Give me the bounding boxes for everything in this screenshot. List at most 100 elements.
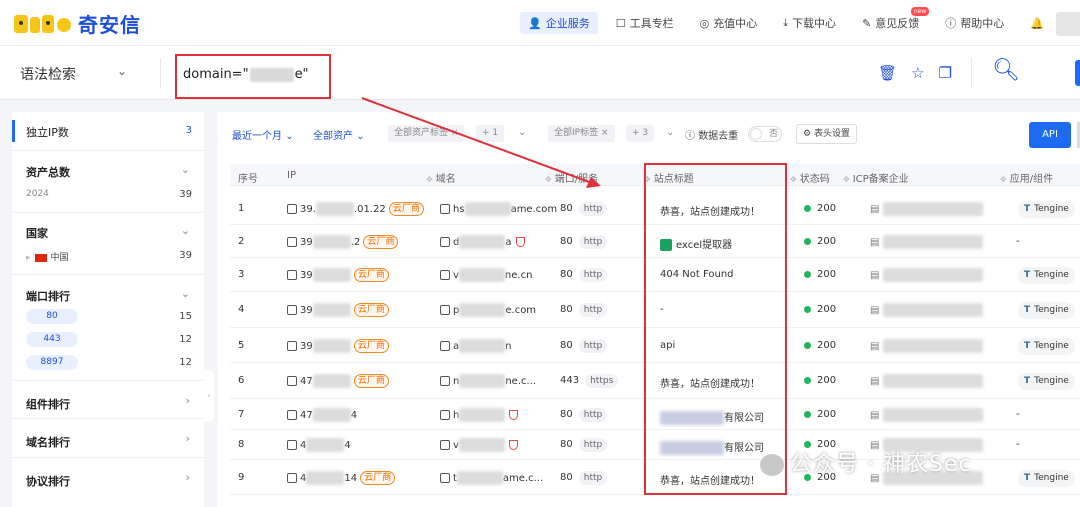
domain-cell[interactable]: v (440, 438, 518, 452)
port-cell[interactable]: 80 http (560, 471, 608, 485)
app-cell[interactable]: T Tengine (1018, 338, 1075, 355)
sidebar-ports[interactable]: 端口排行 (26, 288, 70, 304)
search-mode-select[interactable]: 语法检索 (20, 64, 76, 84)
copy-ip-icon[interactable] (287, 204, 297, 214)
open-domain-icon[interactable] (440, 305, 450, 315)
ip-tag-chip[interactable]: 全部IP标签 × (548, 125, 615, 142)
copy-ip-icon[interactable] (287, 473, 297, 483)
time-filter[interactable]: 最近一个月 ⌄ (232, 127, 294, 142)
open-domain-icon[interactable] (440, 440, 450, 450)
dedupe-toggle[interactable]: 否 (748, 126, 782, 142)
chevron-down-icon[interactable]: ⌄ (181, 287, 190, 300)
drag-handle-icon[interactable]: ✥ (843, 175, 850, 184)
ip-cell[interactable]: 44 (287, 438, 351, 452)
component-chip[interactable]: T Tengine (1018, 470, 1075, 487)
column-app[interactable]: ✥ 应用/组件 (1000, 170, 1053, 185)
ip-tag-more[interactable]: + 3 (626, 125, 655, 142)
chevron-down-icon[interactable]: ⌄ (181, 163, 190, 176)
port-cell[interactable]: 443 https (560, 374, 619, 388)
ip-cell[interactable]: 39 云厂商 (287, 339, 389, 353)
app-cell[interactable]: T Tengine (1018, 302, 1075, 319)
port-pill[interactable]: 443 (26, 332, 78, 347)
icp-cell[interactable]: ▤ (870, 268, 984, 282)
domain-cell[interactable]: hs ame.com (440, 202, 557, 216)
ip-cell[interactable]: 39 .2 云厂商 (287, 235, 399, 249)
icp-cell[interactable]: ▤ (870, 408, 984, 422)
domain-cell[interactable]: n ne.c... (440, 374, 536, 388)
asset-filter[interactable]: 全部资产 ⌄ (313, 127, 365, 142)
component-chip[interactable]: T Tengine (1018, 201, 1075, 218)
ip-cell[interactable]: 4 14 云厂商 (287, 471, 396, 485)
chevron-down-icon[interactable]: ⌄ (518, 127, 526, 138)
sidebar-protocols[interactable]: 协议排行 (26, 473, 70, 489)
open-domain-icon[interactable] (440, 341, 450, 351)
avatar[interactable] (1056, 12, 1080, 36)
close-icon[interactable]: × (451, 128, 459, 138)
notification-bell[interactable]: 🔔 (1022, 12, 1056, 34)
asset-tag-more[interactable]: + 1 (476, 125, 505, 142)
column-domain[interactable]: ✥ 域名 (426, 170, 456, 185)
ip-cell[interactable]: 47 云厂商 (287, 374, 389, 388)
port-pill[interactable]: 8897 (26, 355, 78, 370)
icp-cell[interactable]: ▤ (870, 339, 984, 353)
sidebar-domains[interactable]: 域名排行 (26, 434, 70, 450)
star-icon[interactable]: ☆ (911, 64, 924, 82)
drag-handle-icon[interactable]: ✥ (1000, 175, 1007, 184)
ip-cell[interactable]: 39 云厂商 (287, 268, 389, 282)
open-domain-icon[interactable] (440, 473, 450, 483)
copy-icon[interactable]: ❐ (939, 64, 952, 82)
chevron-down-icon[interactable]: ⌄ (666, 127, 674, 138)
nav-tools[interactable]: ☐ 工具专栏 (608, 12, 682, 34)
chevron-down-icon[interactable]: ⌄ (181, 224, 190, 237)
copy-ip-icon[interactable] (287, 305, 297, 315)
chevron-right-icon[interactable]: › (186, 471, 190, 484)
copy-ip-icon[interactable] (287, 376, 297, 386)
app-cell[interactable]: T Tengine (1018, 267, 1075, 284)
icp-cell[interactable]: ▤ (870, 202, 984, 216)
open-domain-icon[interactable] (440, 237, 450, 247)
domain-cell[interactable]: h (440, 408, 519, 422)
ip-cell[interactable]: 47 4 (287, 408, 357, 422)
copy-ip-icon[interactable] (287, 270, 297, 280)
open-domain-icon[interactable] (440, 270, 450, 280)
open-domain-icon[interactable] (440, 376, 450, 386)
domain-cell[interactable]: t ame.c... (440, 471, 543, 485)
close-icon[interactable]: × (601, 128, 609, 138)
copy-ip-icon[interactable] (287, 341, 297, 351)
column-icp[interactable]: ✥ ICP备案企业 (843, 170, 909, 185)
domain-cell[interactable]: an (440, 339, 511, 353)
drag-handle-icon[interactable]: ✥ (545, 175, 552, 184)
component-chip[interactable]: T Tengine (1018, 302, 1075, 319)
domain-cell[interactable]: da (440, 235, 525, 249)
sidebar-components[interactable]: 组件排行 (26, 396, 70, 412)
country-item[interactable]: ▸ 中国 (26, 250, 69, 263)
port-cell[interactable]: 80 http (560, 408, 608, 422)
icp-cell[interactable]: ▤ (870, 374, 984, 388)
drag-handle-icon[interactable]: ✥ (790, 175, 797, 184)
collapse-sidebar-handle[interactable]: ‹ (204, 370, 214, 422)
nav-enterprise-service[interactable]: 👤 企业服务 (520, 12, 598, 34)
nav-feedback[interactable]: ✎ 意见反馈 new (854, 7, 930, 34)
search-submit-edge[interactable] (1075, 60, 1080, 86)
api-button[interactable]: API (1029, 122, 1071, 148)
port-cell[interactable]: 80 http (560, 438, 608, 452)
port-cell[interactable]: 80 http (560, 303, 608, 317)
nav-download[interactable]: ⤓ 下载中心 (775, 12, 844, 34)
chevron-down-icon[interactable]: ⌄ (117, 64, 127, 78)
domain-cell[interactable]: v ne.cn (440, 268, 532, 282)
drag-handle-icon[interactable]: ✥ (426, 175, 433, 184)
component-chip[interactable]: T Tengine (1018, 267, 1075, 284)
header-settings-button[interactable]: ⚙ 表头设置 (796, 124, 857, 144)
port-cell[interactable]: 80 http (560, 202, 608, 216)
chevron-right-icon[interactable]: › (186, 432, 190, 445)
component-chip[interactable]: T Tengine (1018, 338, 1075, 355)
open-domain-icon[interactable] (440, 204, 450, 214)
chevron-right-icon[interactable]: › (186, 394, 190, 407)
sidebar-total-assets[interactable]: 资产总数 (26, 164, 70, 180)
nav-recharge[interactable]: ◎ 充值中心 (692, 12, 766, 34)
open-domain-icon[interactable] (440, 410, 450, 420)
copy-ip-icon[interactable] (287, 440, 297, 450)
port-cell[interactable]: 80 http (560, 339, 608, 353)
icp-cell[interactable]: ▤ (870, 303, 984, 317)
column-ip[interactable]: IP (287, 170, 296, 181)
